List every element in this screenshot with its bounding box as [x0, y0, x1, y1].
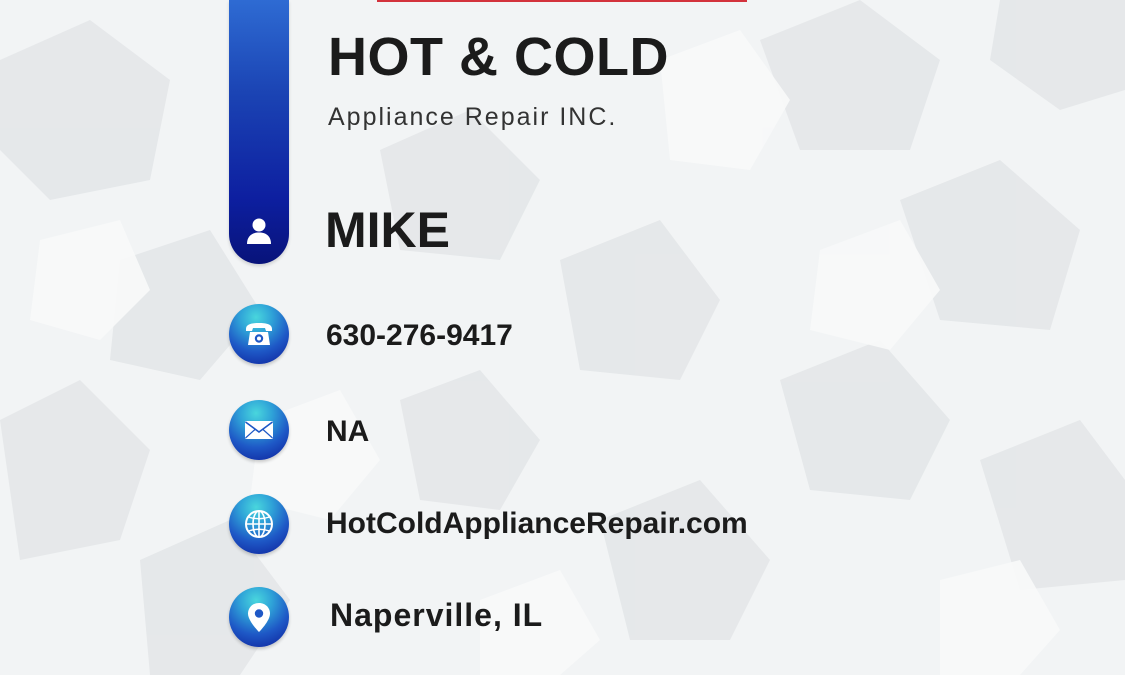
red-accent-line — [377, 0, 747, 2]
envelope-icon — [229, 400, 289, 460]
company-subtitle: Appliance Repair INC. — [328, 103, 618, 131]
blue-accent-bar — [229, 0, 289, 264]
phone-icon — [229, 304, 289, 364]
business-card: HOT & COLD Appliance Repair INC. MIKE 63… — [0, 0, 1125, 675]
globe-icon — [229, 494, 289, 554]
contact-person-name: MIKE — [325, 202, 450, 258]
person-icon — [243, 214, 275, 246]
map-pin-icon — [229, 587, 289, 647]
email-value: NA — [326, 415, 370, 448]
website-link[interactable]: HotColdApplianceRepair.com — [326, 506, 748, 542]
location-text: Naperville, IL — [330, 597, 544, 633]
company-name: HOT & COLD — [328, 27, 669, 87]
phone-number: 630-276-9417 — [326, 319, 513, 352]
